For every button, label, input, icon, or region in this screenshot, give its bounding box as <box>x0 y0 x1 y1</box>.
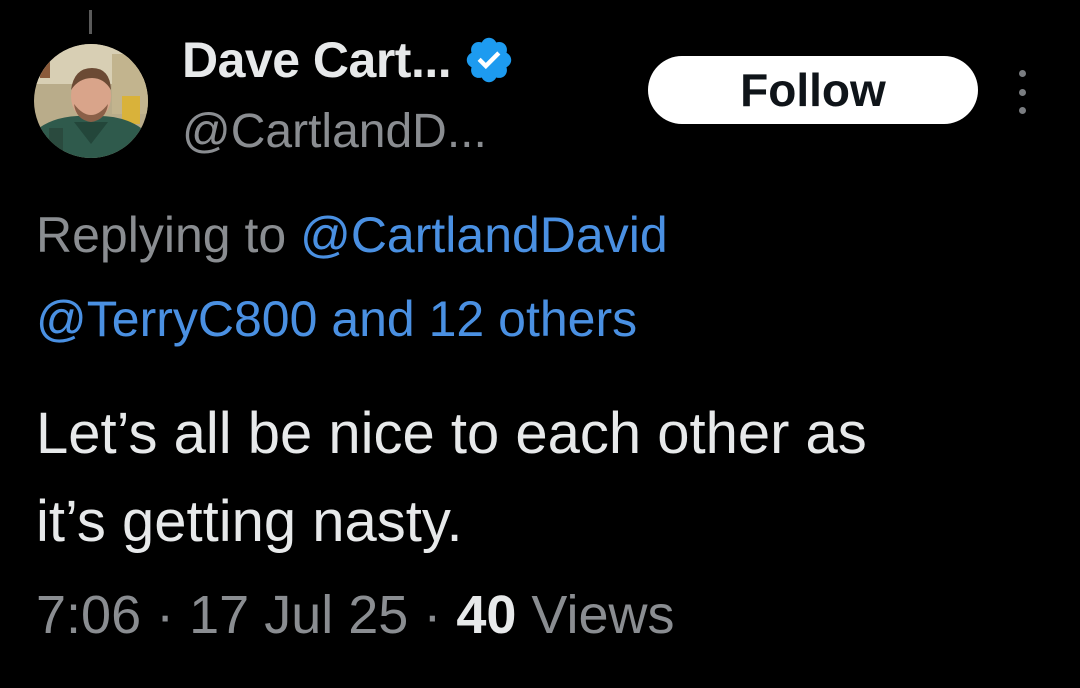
reply-mention-secondary[interactable]: @TerryC800 <box>36 291 317 347</box>
more-dot-bottom <box>1018 107 1026 114</box>
replying-to-others-line: @TerryC800 and 12 others <box>36 290 637 348</box>
tweet-meta: 7:06 · 17 Jul 25 · 40 Views <box>36 584 674 646</box>
more-dot-top <box>1018 70 1026 77</box>
author-name-row: Dave Cart... <box>182 28 515 92</box>
verified-badge-icon <box>466 37 512 83</box>
tweet-body: Let’s all be nice to each other as it’s … <box>36 390 1056 566</box>
replying-to-prefix: Replying to <box>36 207 287 263</box>
tweet-text-line-1: Let’s all be nice to each other as <box>36 401 867 466</box>
views-count: 40 <box>456 585 517 645</box>
views-label: Views <box>531 585 675 645</box>
more-options-icon[interactable] <box>1008 70 1036 114</box>
author-handle[interactable]: @CartlandD... <box>182 104 487 159</box>
tweet-date[interactable]: 17 Jul 25 <box>189 585 408 645</box>
avatar-photo-icon <box>34 44 148 158</box>
more-dot-middle <box>1018 88 1026 96</box>
follow-button[interactable]: Follow <box>648 56 978 124</box>
reply-mention-primary[interactable]: @CartlandDavid <box>300 207 668 263</box>
meta-separator: · <box>156 585 175 645</box>
tweet-text-line-2: it’s getting nasty. <box>36 489 463 554</box>
replying-to-line: Replying to @CartlandDavid <box>36 206 668 264</box>
author-display-name[interactable]: Dave Cart... <box>182 31 452 89</box>
meta-separator: · <box>423 585 442 645</box>
thread-connector-line <box>89 10 92 34</box>
avatar[interactable] <box>34 44 148 158</box>
reply-others-link[interactable]: and 12 others <box>331 291 637 347</box>
tweet-time[interactable]: 7:06 <box>36 585 141 645</box>
